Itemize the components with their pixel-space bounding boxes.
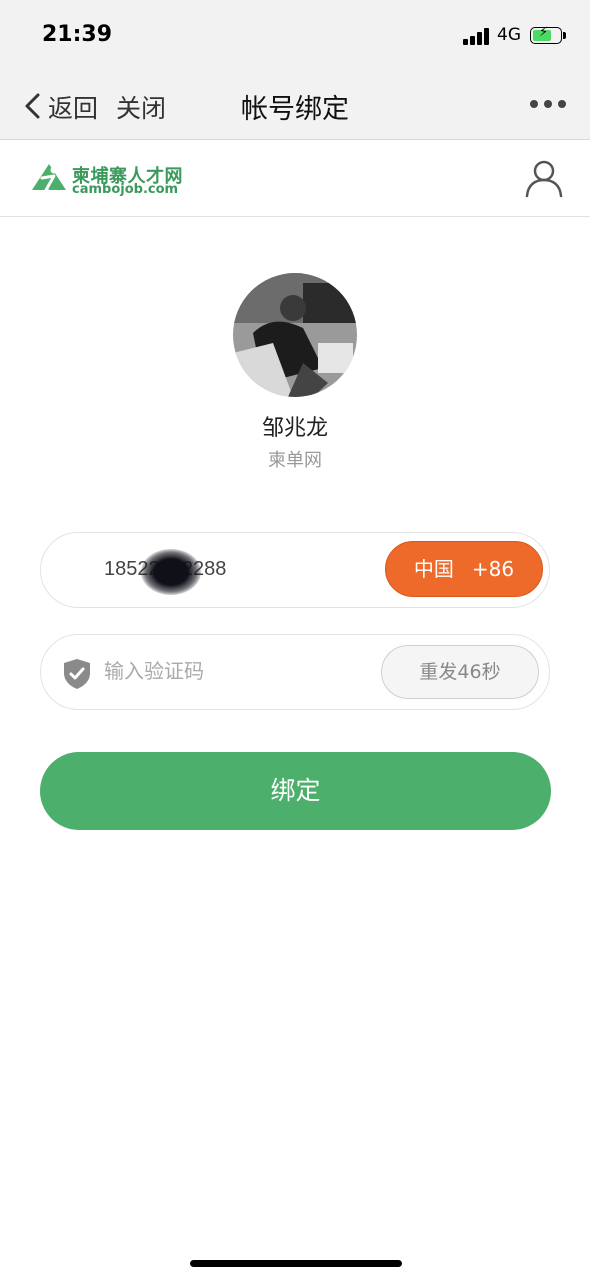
bind-button[interactable]: 绑定 xyxy=(40,752,551,830)
avatar-photo xyxy=(233,273,357,397)
battery-cap xyxy=(563,32,566,39)
brand-name-en: cambojob.com xyxy=(72,182,179,197)
page-title: 帐号绑定 xyxy=(241,94,349,125)
user-name: 邹兆龙 xyxy=(261,416,328,441)
brand-logo[interactable]: 柬埔寨人才网 cambojob.com xyxy=(30,160,200,202)
country-code: +86 xyxy=(471,557,515,581)
logo-mark-icon xyxy=(32,164,66,196)
status-bar: 21:39 4G ⚡ xyxy=(0,0,590,70)
user-icon[interactable] xyxy=(524,158,564,198)
company-name: 柬单网 xyxy=(268,450,322,471)
battery-icon: ⚡ xyxy=(530,25,562,44)
nav-bar: 返回 关闭 帐号绑定 xyxy=(0,70,590,140)
verification-code-input[interactable] xyxy=(104,661,354,684)
country-code-button[interactable]: 中国 +86 xyxy=(385,541,543,597)
network-type: 4G xyxy=(497,25,521,45)
avatar xyxy=(233,273,357,397)
status-time: 21:39 xyxy=(42,22,113,47)
redaction-blur xyxy=(141,549,201,595)
resend-code-button[interactable]: 重发46秒 xyxy=(381,645,539,699)
site-header: 柬埔寨人才网 cambojob.com xyxy=(0,140,590,217)
signal-icon xyxy=(463,28,491,45)
shield-check-icon xyxy=(64,659,90,689)
phone-field-row: 中国 +86 xyxy=(40,532,550,608)
country-label: 中国 xyxy=(413,557,454,581)
home-indicator[interactable] xyxy=(190,1260,402,1267)
more-icon[interactable] xyxy=(530,100,568,110)
code-field-row: 重发46秒 xyxy=(40,634,550,710)
